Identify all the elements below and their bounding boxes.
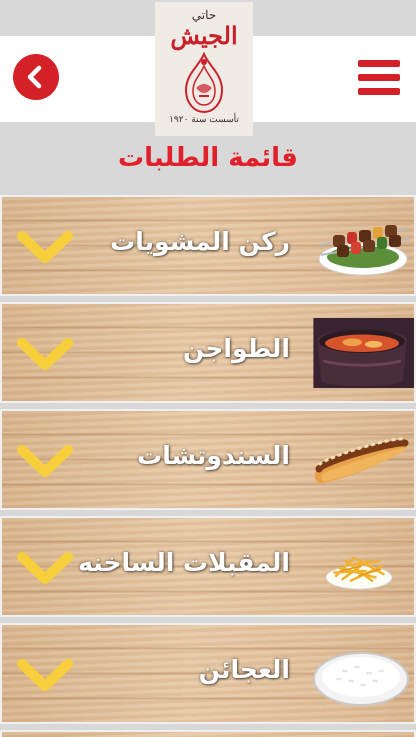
chevron-left-icon [27, 65, 42, 89]
menu-item-grills[interactable]: ركن المشويات [0, 195, 416, 296]
clay-pot-tagine-image [313, 318, 414, 388]
page-title: قائمة الطلبات [118, 143, 298, 173]
back-button[interactable] [13, 54, 59, 100]
menu-item-sandwiches[interactable]: السندوتشات [0, 409, 416, 510]
chevron-down-icon[interactable] [16, 444, 74, 480]
chevron-down-icon[interactable] [16, 230, 74, 266]
restaurant-logo: حاتي الجيش تأسست سنة ١٩٢٠ [155, 2, 253, 136]
sandwich-image [314, 437, 409, 484]
grill-skewers-image [318, 225, 410, 276]
menu-item-label: السندوتشات [137, 441, 290, 470]
menu-item-label: ركن المشويات [110, 227, 290, 256]
rice-plate-image [313, 652, 409, 706]
logo-bottom-text: تأسست سنة ١٩٢٠ [169, 115, 239, 125]
menu-button[interactable] [358, 60, 400, 96]
hamburger-icon-bar [358, 60, 400, 67]
french-fries-image [325, 556, 393, 590]
menu-item-hot-appetizers[interactable]: المقبلات الساخنه [0, 516, 416, 617]
menu-item-label: العجائن [198, 655, 290, 684]
app-header: حاتي الجيش تأسست سنة ١٩٢٠ [0, 0, 416, 140]
hamburger-icon-bar [358, 74, 400, 81]
chevron-down-icon[interactable] [16, 658, 74, 694]
menu-item-pastries[interactable]: العجائن [0, 623, 416, 724]
hamburger-icon-bar [358, 88, 400, 95]
chevron-down-icon[interactable] [16, 337, 74, 373]
menu-item-tagines[interactable]: الطواجن [0, 302, 416, 403]
logo-emblem-icon [184, 52, 224, 114]
menu-item-partial[interactable] [0, 730, 416, 737]
logo-top-text: حاتي [191, 8, 217, 22]
menu-item-label: الطواجن [182, 334, 290, 363]
menu-item-label: المقبلات الساخنه [78, 548, 290, 577]
chevron-down-icon[interactable] [16, 551, 74, 587]
logo-name: الجيش [170, 21, 238, 50]
